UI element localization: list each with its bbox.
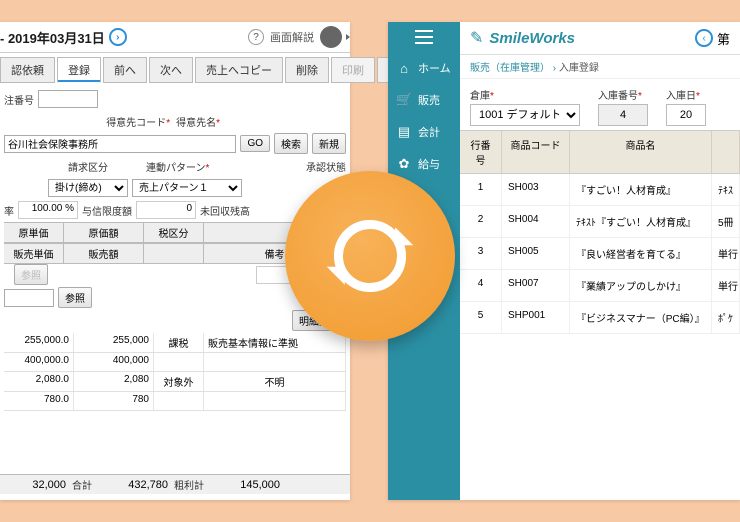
profit-label: 粗利計 xyxy=(174,477,204,492)
sync-badge xyxy=(285,171,455,341)
col-item-code: 商品コード xyxy=(502,131,570,173)
menu-icon[interactable] xyxy=(415,30,433,44)
go-button[interactable]: GO xyxy=(240,135,270,152)
next-button[interactable]: 次へ xyxy=(149,57,193,83)
brand-logo-icon: ✎ xyxy=(470,28,483,48)
table-row: 400,000.0 400,000 xyxy=(4,353,346,372)
credit-label: 与信限度額 xyxy=(82,203,132,218)
approval-label: 承認状態 xyxy=(306,159,346,174)
nav-accounting[interactable]: ▤会計 xyxy=(388,116,460,148)
ref-button-1[interactable]: 参照 xyxy=(14,264,48,285)
help-label: 画面解説 xyxy=(270,29,314,45)
tab-register[interactable]: 登録 xyxy=(57,57,101,83)
home-icon: ⌂ xyxy=(396,61,412,76)
col-item-name: 商品名 xyxy=(570,131,712,173)
new-button[interactable]: 新規 xyxy=(312,133,346,154)
sync-icon xyxy=(300,186,440,326)
book-icon: ▤ xyxy=(396,124,412,140)
table-row[interactable]: 4 SH007 『業績アップのしかけ』 単行 xyxy=(460,270,740,302)
tab-request[interactable]: 認依頼 xyxy=(0,57,55,83)
rate-value: 100.00 % xyxy=(18,201,78,219)
search-button[interactable]: 検索 xyxy=(274,133,308,154)
gh-unit-cost: 原単価 xyxy=(4,223,64,242)
right-header: ✎ SmileWorks ‹ 第 xyxy=(460,22,740,55)
breadcrumb-root[interactable]: 販売（在庫管理） xyxy=(470,63,550,74)
order-no-input[interactable] xyxy=(38,90,98,108)
profit-value: 145,000 xyxy=(210,479,280,491)
date-text: - 2019年03月31日 xyxy=(0,28,105,47)
footer: 32,000 合計 432,780 粗利計 145,000 xyxy=(0,474,350,494)
credit-value: 0 xyxy=(136,201,196,219)
date-range: - 2019年03月31日 › xyxy=(0,28,127,47)
col-extra xyxy=(712,131,740,173)
prev-page-icon[interactable]: ‹ xyxy=(695,29,713,47)
prev-button[interactable]: 前へ xyxy=(103,57,147,83)
order-no-label: 注番号 xyxy=(4,92,34,107)
table-row[interactable]: 2 SH004 ﾃｷｽﾄ『すごい！人材育成』 5冊 xyxy=(460,206,740,238)
footer-val1: 32,000 xyxy=(6,479,66,491)
table-header: 行番号 商品コード 商品名 xyxy=(460,131,740,174)
copy-to-sales-button[interactable]: 売上へコピー xyxy=(195,57,283,83)
rate-label: 率 xyxy=(4,203,14,218)
bill-div-label: 請求区分 xyxy=(68,159,108,174)
left-header: - 2019年03月31日 › ? 画面解説 xyxy=(0,22,350,53)
total-value: 432,780 xyxy=(98,479,168,491)
detail-grid: 255,000.0 255,000 課税 販売基本情報に準拠 400,000.0… xyxy=(4,333,346,411)
cust-name-label: 得意先名 xyxy=(176,114,220,129)
delete-button[interactable]: 削除 xyxy=(285,57,329,83)
table-row: 780.0 780 xyxy=(4,392,346,411)
gear-icon: ✿ xyxy=(396,156,412,172)
blank-input[interactable] xyxy=(4,289,54,307)
breadcrumb-current: 入庫登録 xyxy=(559,63,599,74)
cart-icon: 🛒 xyxy=(396,92,412,108)
col-row-no: 行番号 xyxy=(460,131,502,173)
gh-tax: 税区分 xyxy=(144,223,204,242)
right-main: ✎ SmileWorks ‹ 第 販売（在庫管理） › 入庫登録 倉庫 1001… xyxy=(460,22,740,500)
date-next-icon[interactable]: › xyxy=(109,28,127,46)
gh-sell-amt: 販売額 xyxy=(64,244,144,263)
ref-button-2[interactable]: 参照 xyxy=(58,287,92,308)
brand-name: SmileWorks xyxy=(489,30,575,47)
slip-no-label: 入庫番号 xyxy=(598,87,648,102)
bill-div-select[interactable]: 掛け(締め) xyxy=(48,179,128,197)
user-menu-icon[interactable] xyxy=(320,26,342,48)
link-pattern-select[interactable]: 売上パターン１ xyxy=(132,179,242,197)
nav-sales[interactable]: 🛒販売 xyxy=(388,84,460,116)
entry-form: 倉庫 1001 デフォルト倉庫 入庫番号 入庫日 xyxy=(460,79,740,130)
total-label: 合計 xyxy=(72,477,92,492)
nav-home[interactable]: ⌂ホーム xyxy=(388,52,460,84)
link-pattern-label: 連動パターン xyxy=(146,159,209,174)
items-table: 行番号 商品コード 商品名 1 SH003 『すごい！人材育成』 ﾃｷｽ 2 S… xyxy=(460,130,740,334)
toolbar: 認依頼 登録 前へ 次へ 売上へコピー 削除 印刷 CSV出力 ★ xyxy=(0,53,350,87)
gh-spacer2 xyxy=(144,244,204,263)
entry-date-input[interactable] xyxy=(666,104,706,126)
customer-input[interactable] xyxy=(4,135,236,153)
gh-cost: 原価額 xyxy=(64,223,144,242)
table-row: 2,080.0 2,080 対象外 不明 xyxy=(4,372,346,392)
print-button[interactable]: 印刷 xyxy=(331,57,375,83)
help-icon[interactable]: ? xyxy=(248,29,264,45)
warehouse-select[interactable]: 1001 デフォルト倉庫 xyxy=(470,104,580,126)
table-row: 255,000.0 255,000 課税 販売基本情報に準拠 xyxy=(4,333,346,353)
header-right: ? 画面解説 xyxy=(248,26,342,48)
breadcrumb: 販売（在庫管理） › 入庫登録 xyxy=(460,55,740,79)
table-row[interactable]: 3 SH005 『良い経営者を育てる』 単行 xyxy=(460,238,740,270)
table-row[interactable]: 5 SHP001 『ビジネスマナー（PC編）』 ﾎﾟｹ xyxy=(460,302,740,334)
header-right-text: 第 xyxy=(717,29,730,48)
gh-sell-unit: 販売単価 xyxy=(4,244,64,263)
cust-code-label: 得意先コード xyxy=(106,114,170,129)
slip-no-input[interactable] xyxy=(598,104,648,126)
warehouse-label: 倉庫 xyxy=(470,87,580,102)
table-row[interactable]: 1 SH003 『すごい！人材育成』 ﾃｷｽ xyxy=(460,174,740,206)
unrecov-label: 未回収残高 xyxy=(200,203,250,218)
entry-date-label: 入庫日 xyxy=(666,87,706,102)
